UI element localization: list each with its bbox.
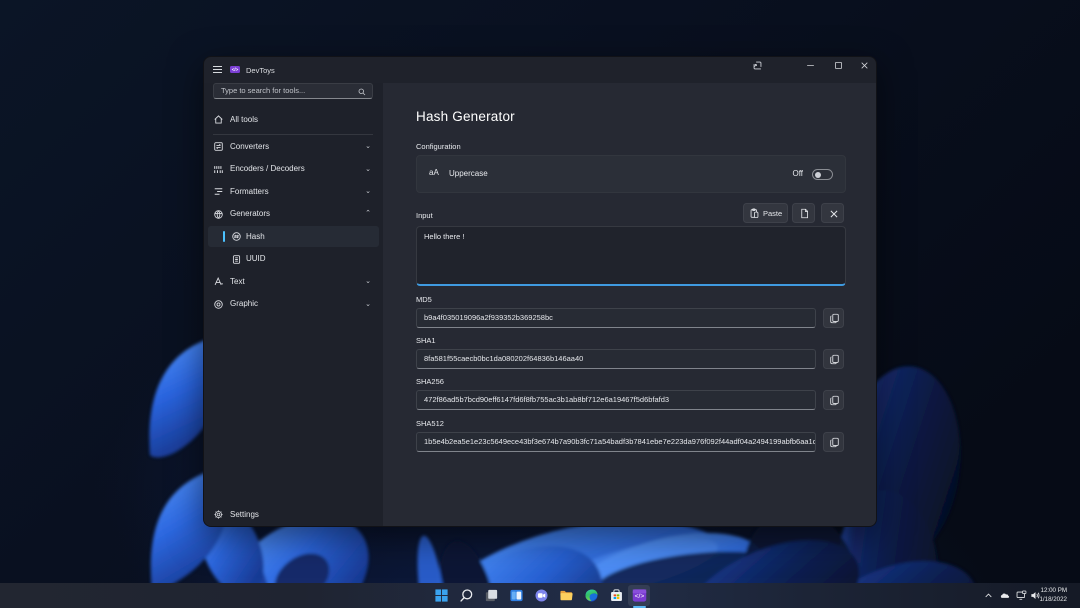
svg-text:</>: </>	[635, 593, 645, 600]
